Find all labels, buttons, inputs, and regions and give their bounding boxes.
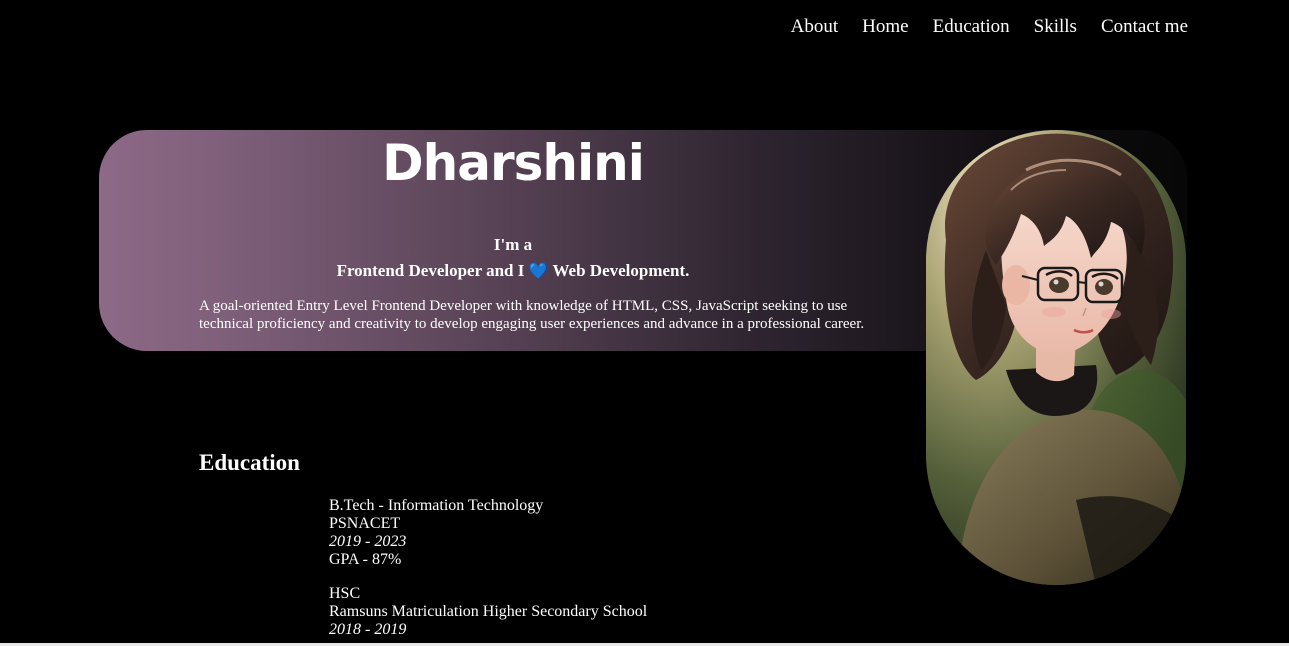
education-institution: PSNACET: [329, 515, 401, 532]
heart-icon: 💙: [528, 263, 549, 280]
top-nav: About Home Education Skills Contact me: [767, 16, 1188, 38]
education-heading: Education: [199, 450, 300, 475]
hero-name: Dharshini: [382, 134, 645, 192]
nav-skills[interactable]: Skills: [1034, 16, 1077, 38]
education-degree: B.Tech - Information Technology: [329, 497, 544, 514]
education-institution: Ramsuns Matriculation Higher Secondary S…: [329, 603, 648, 620]
nav-contact-me[interactable]: Contact me: [1101, 16, 1188, 38]
hero-description: A goal-oriented Entry Level Frontend Dev…: [199, 298, 865, 332]
hero-intro: I'm a Frontend Developer and I 💙 Web Dev…: [99, 232, 927, 285]
nav-home[interactable]: Home: [862, 16, 908, 38]
portrait-illustration-icon: [926, 130, 1186, 585]
hero-role-text-2: Web Development.: [552, 261, 690, 280]
hero-role-text: Frontend Developer and I: [336, 261, 525, 280]
education-score: GPA - 87%: [329, 551, 402, 568]
nav-about[interactable]: About: [791, 16, 839, 38]
education-item: B.Tech - Information Technology PSNACET …: [329, 497, 647, 569]
education-item: HSC Ramsuns Matriculation Higher Seconda…: [329, 585, 647, 639]
nav-education[interactable]: Education: [933, 16, 1010, 38]
education-degree: HSC: [329, 585, 361, 602]
education-years: 2018 - 2019: [329, 621, 407, 638]
education-years: 2019 - 2023: [329, 533, 407, 550]
hero-intro-line: I'm a: [493, 235, 533, 254]
education-list: B.Tech - Information Technology PSNACET …: [329, 497, 647, 646]
avatar-portrait: [926, 130, 1186, 585]
hero-role-line: Frontend Developer and I 💙 Web Developme…: [99, 258, 927, 285]
